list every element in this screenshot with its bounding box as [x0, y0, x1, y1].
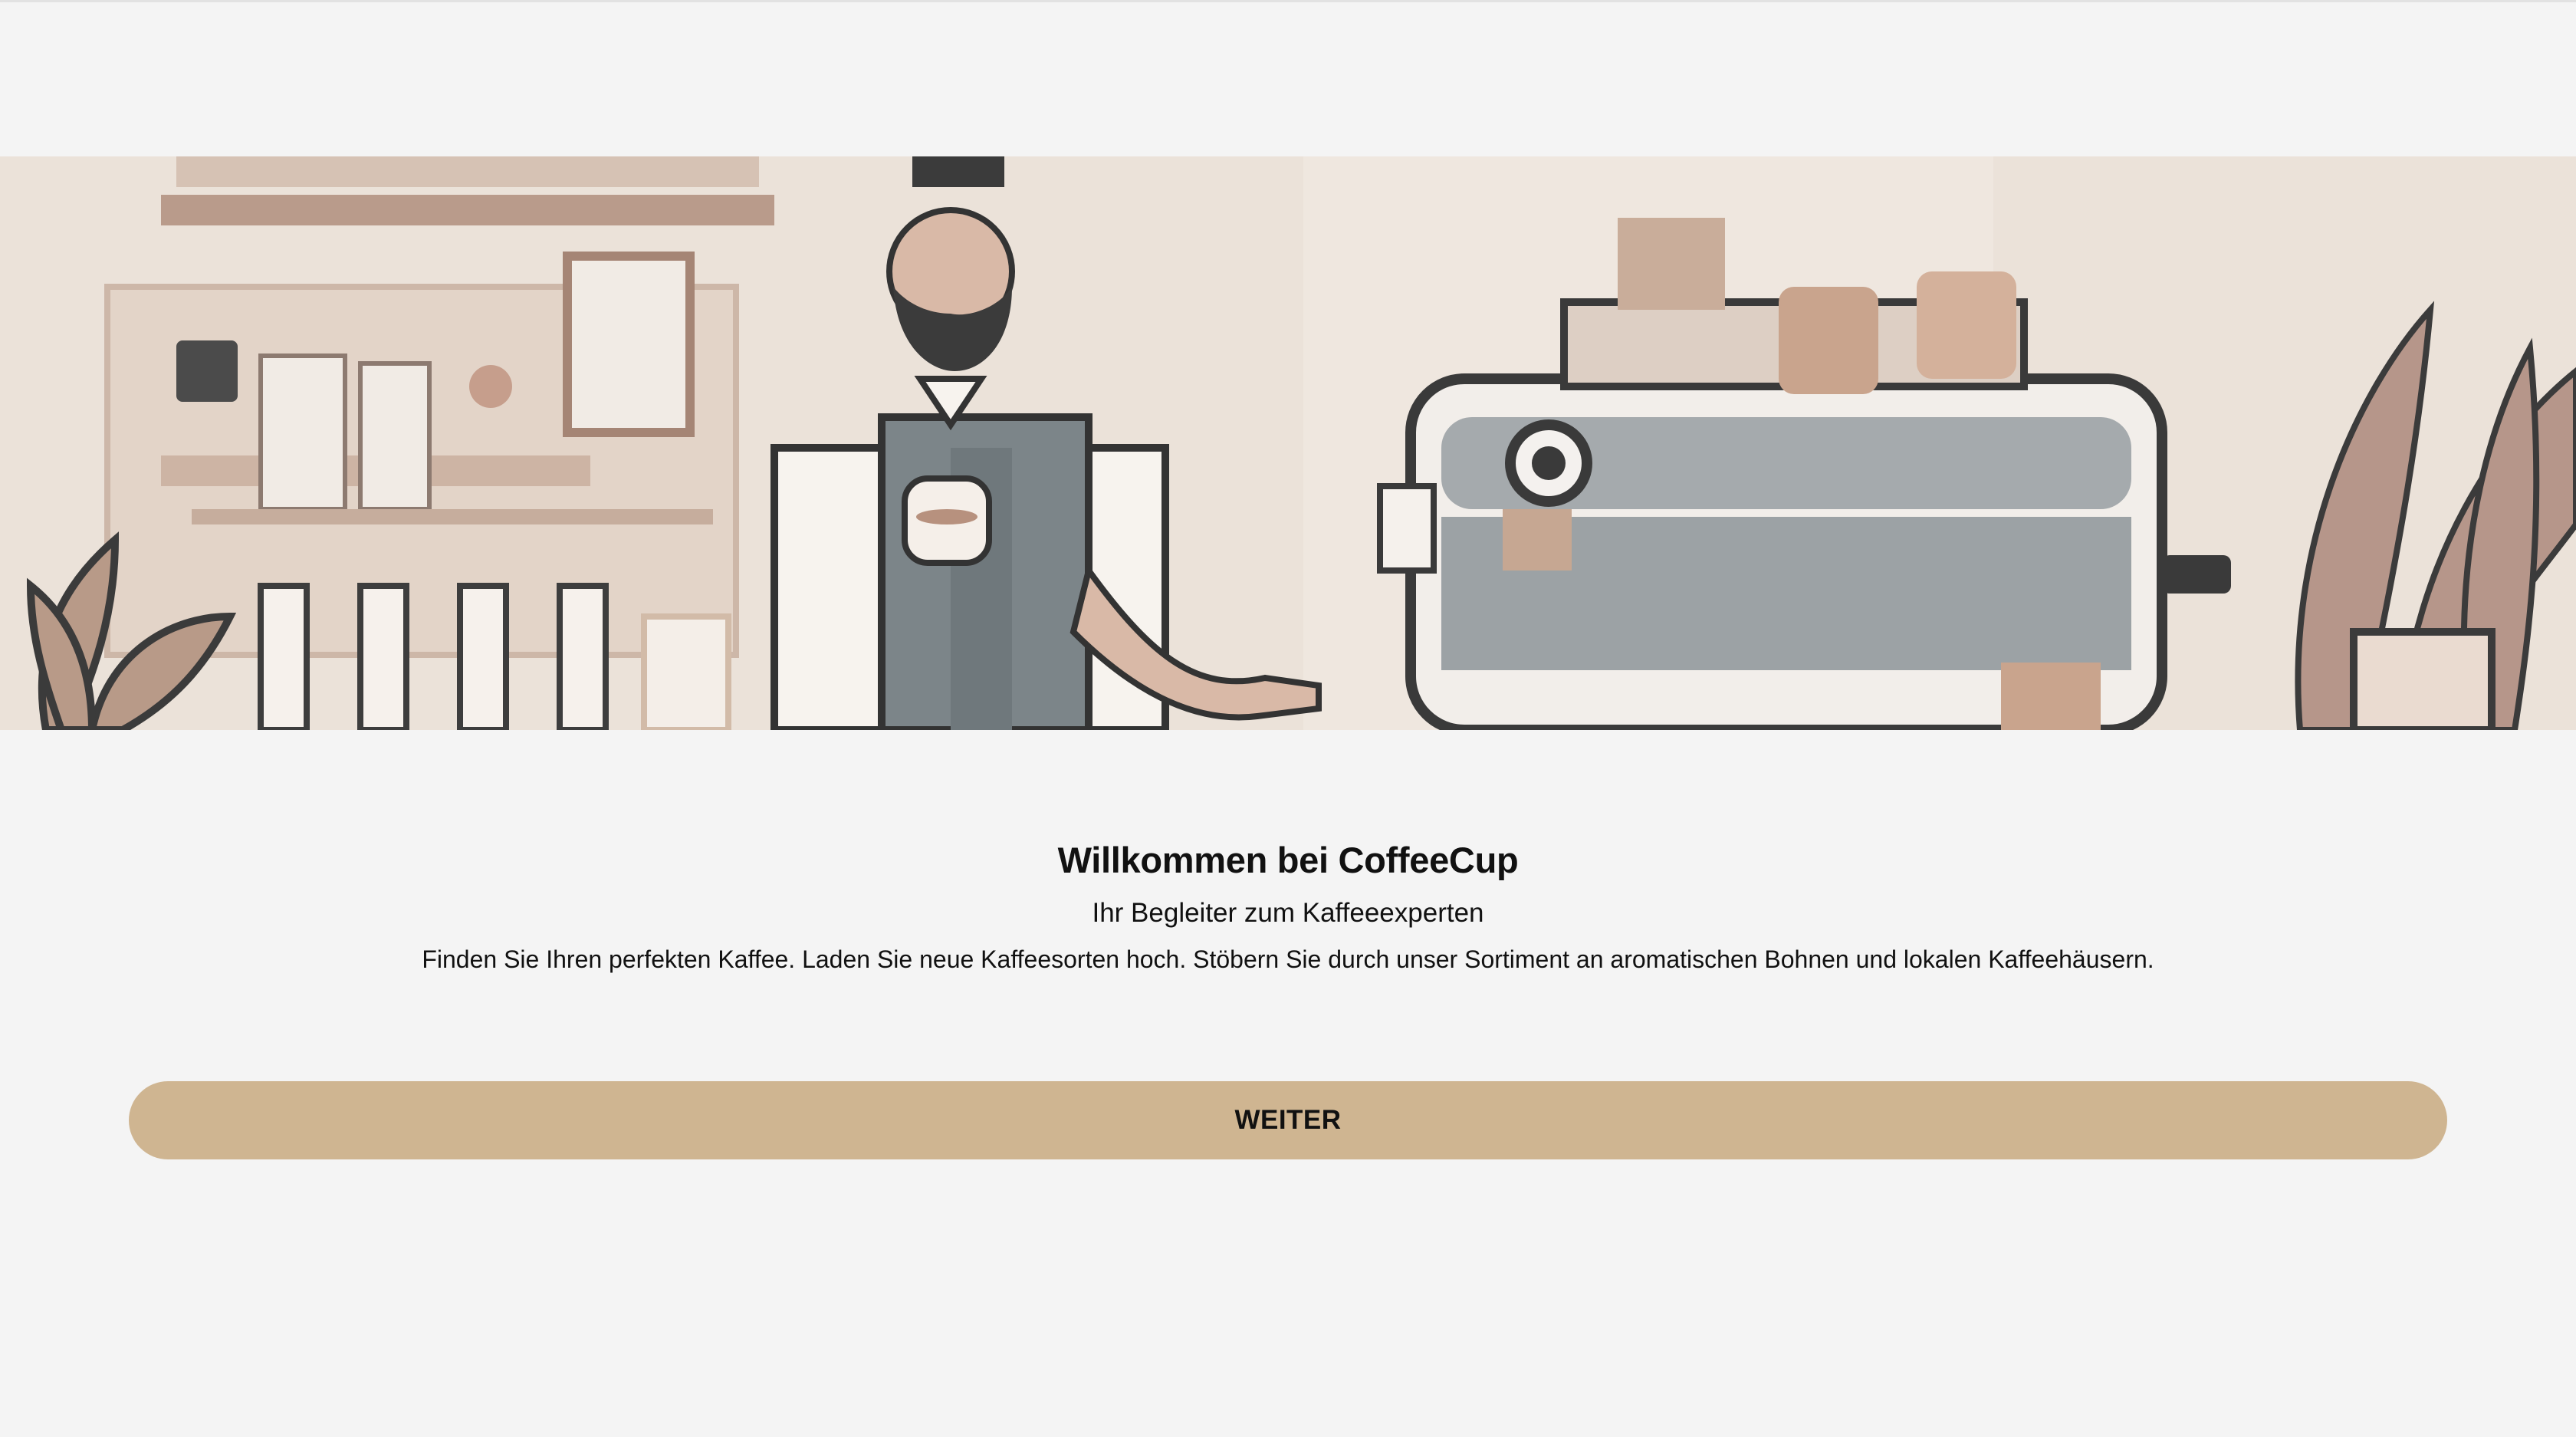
hero-illustration	[0, 156, 2576, 730]
continue-button[interactable]: WEITER	[129, 1081, 2447, 1159]
page-title: Willkommen bei CoffeeCup	[1057, 840, 1519, 880]
top-divider	[0, 0, 2576, 2]
barista-illustration	[0, 156, 2576, 730]
welcome-section: Willkommen bei CoffeeCup Ihr Begleiter z…	[0, 828, 2576, 985]
page-subtitle: Ihr Begleiter zum Kaffeeexperten	[1092, 898, 1484, 928]
page-description: Finden Sie Ihren perfekten Kaffee. Laden…	[422, 945, 2154, 973]
